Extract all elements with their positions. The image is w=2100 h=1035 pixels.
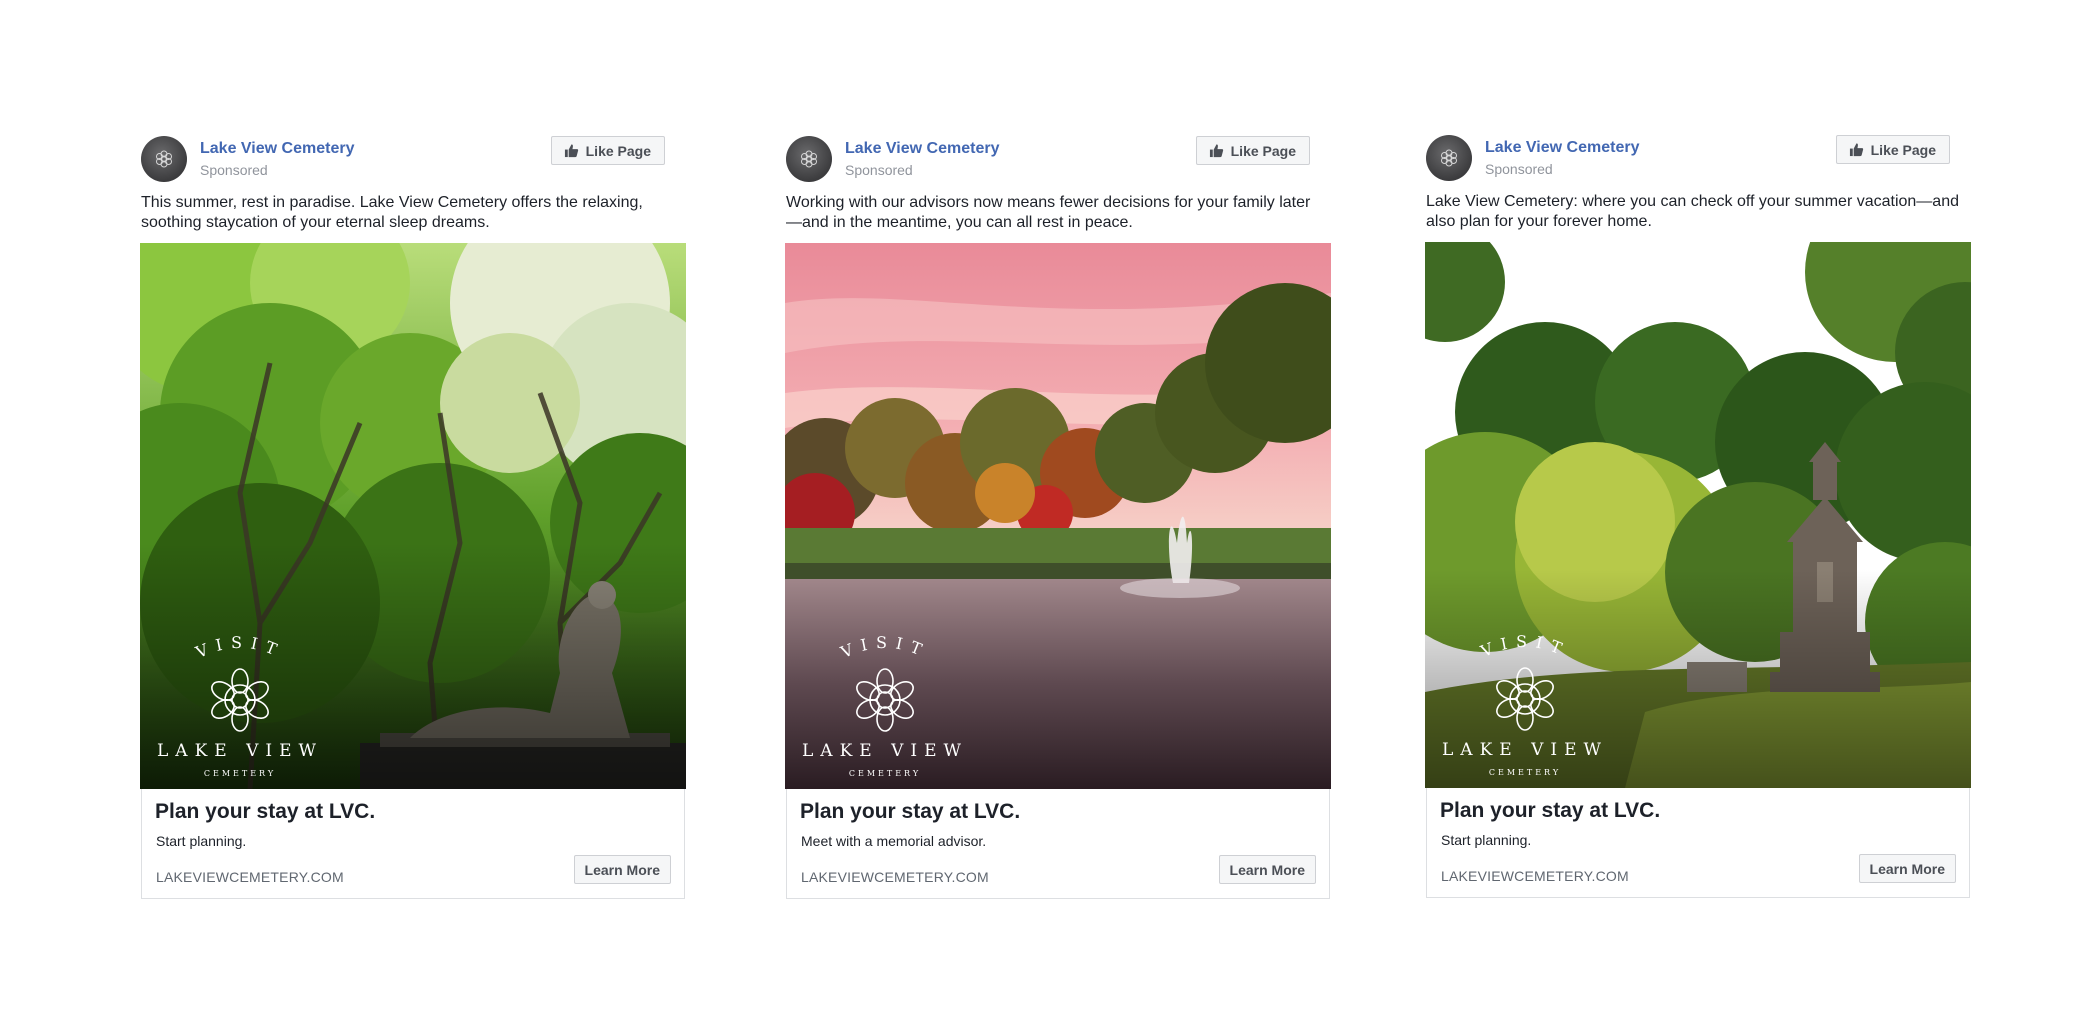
ad-card-2: Lake View Cemetery Sponsored Like Page W… <box>785 133 1332 899</box>
ad-card-1: Lake View Cemetery Sponsored Like Page T… <box>140 133 687 899</box>
ad-link-footer[interactable]: Plan your stay at LVC. Start planning. L… <box>1426 788 1970 898</box>
like-page-label: Like Page <box>585 142 651 159</box>
ad-description: Meet with a memorial advisor. <box>801 833 987 849</box>
ad-headline[interactable]: Plan your stay at LVC. <box>1440 799 1660 823</box>
flower-logo-icon <box>1441 149 1457 167</box>
ad-header: Lake View Cemetery Sponsored Like Page <box>141 133 687 182</box>
page-name-link[interactable]: Lake View Cemetery <box>1485 139 1639 157</box>
logo-name-text: LAKE VIEW <box>802 741 968 761</box>
svg-text:VISIT: VISIT <box>192 633 287 662</box>
page-name-link[interactable]: Lake View Cemetery <box>200 140 354 158</box>
learn-more-button[interactable]: Learn More <box>1218 855 1316 884</box>
logo-name-text: LAKE VIEW <box>157 741 323 761</box>
lake-view-logo: VISIT LAKE VIEW CEMETERY <box>785 627 985 778</box>
logo-sub-text: CEMETERY <box>203 769 277 778</box>
like-page-button[interactable]: Like Page <box>1835 135 1950 164</box>
ad-body-text: This summer, rest in paradise. Lake View… <box>141 194 643 231</box>
page-avatar[interactable] <box>786 136 832 182</box>
thumbs-up-icon <box>1209 144 1223 158</box>
ad-card-3: Lake View Cemetery Sponsored Like Page L… <box>1425 132 1972 898</box>
page-name-link[interactable]: Lake View Cemetery <box>845 140 999 158</box>
page-avatar[interactable] <box>1426 135 1472 181</box>
ad-headline[interactable]: Plan your stay at LVC. <box>155 800 375 824</box>
ad-image-trees-monument[interactable]: VISIT LAKE VIEW CEMETERY <box>1425 242 1971 788</box>
ad-image-lake-fountain[interactable]: VISIT LAKE VIEW CEMETERY <box>785 243 1331 789</box>
logo-sub-text: CEMETERY <box>848 769 922 778</box>
thumbs-up-icon <box>564 144 578 158</box>
like-page-button[interactable]: Like Page <box>550 136 665 165</box>
lotus-logo-icon: VISIT <box>1477 632 1572 731</box>
ad-body-text: Lake View Cemetery: where you can check … <box>1426 193 1959 230</box>
thumbs-up-icon <box>1849 143 1863 157</box>
like-page-label: Like Page <box>1230 142 1296 159</box>
flower-logo-icon <box>801 150 817 168</box>
ad-header: Lake View Cemetery Sponsored Like Page <box>786 133 1332 182</box>
learn-more-button[interactable]: Learn More <box>573 855 671 884</box>
lake-view-logo: VISIT LAKE VIEW CEMETERY <box>140 627 340 778</box>
logo-name-text: LAKE VIEW <box>1442 740 1608 760</box>
ad-link-footer[interactable]: Plan your stay at LVC. Meet with a memor… <box>786 789 1330 899</box>
page-avatar[interactable] <box>141 136 187 182</box>
ad-description: Start planning. <box>156 833 247 849</box>
logo-visit-text: VISIT <box>192 633 279 662</box>
lotus-logo-icon: VISIT <box>192 633 287 732</box>
like-page-button[interactable]: Like Page <box>1195 136 1310 165</box>
ad-domain[interactable]: LAKEVIEWCEMETERY.COM <box>801 869 989 885</box>
ad-headline[interactable]: Plan your stay at LVC. <box>800 800 1020 824</box>
svg-text:VISIT: VISIT <box>1477 632 1572 661</box>
learn-more-button[interactable]: Learn More <box>1858 854 1956 883</box>
logo-sub-text: CEMETERY <box>1488 768 1562 777</box>
ad-link-footer[interactable]: Plan your stay at LVC. Start planning. L… <box>141 789 685 899</box>
sponsored-label: Sponsored <box>845 162 913 178</box>
lotus-logo-icon: VISIT <box>837 633 932 732</box>
logo-visit-text: VISIT <box>1477 632 1564 661</box>
ad-domain[interactable]: LAKEVIEWCEMETERY.COM <box>1441 868 1629 884</box>
ad-domain[interactable]: LAKEVIEWCEMETERY.COM <box>156 869 344 885</box>
ad-image-forest-statue[interactable]: VISIT LAKE VIEW CEMETERY <box>140 243 686 789</box>
ad-body-text: Working with our advisors now means fewe… <box>786 194 1311 231</box>
sponsored-label: Sponsored <box>1485 161 1553 177</box>
ad-header: Lake View Cemetery Sponsored Like Page <box>1426 132 1972 181</box>
logo-visit-text: VISIT <box>837 633 924 662</box>
lake-view-logo: VISIT LAKE VIEW CEMETERY <box>1425 626 1625 777</box>
flower-logo-icon <box>156 150 172 168</box>
ad-description: Start planning. <box>1441 832 1532 848</box>
like-page-label: Like Page <box>1870 141 1936 158</box>
svg-text:VISIT: VISIT <box>837 633 932 662</box>
sponsored-label: Sponsored <box>200 162 268 178</box>
